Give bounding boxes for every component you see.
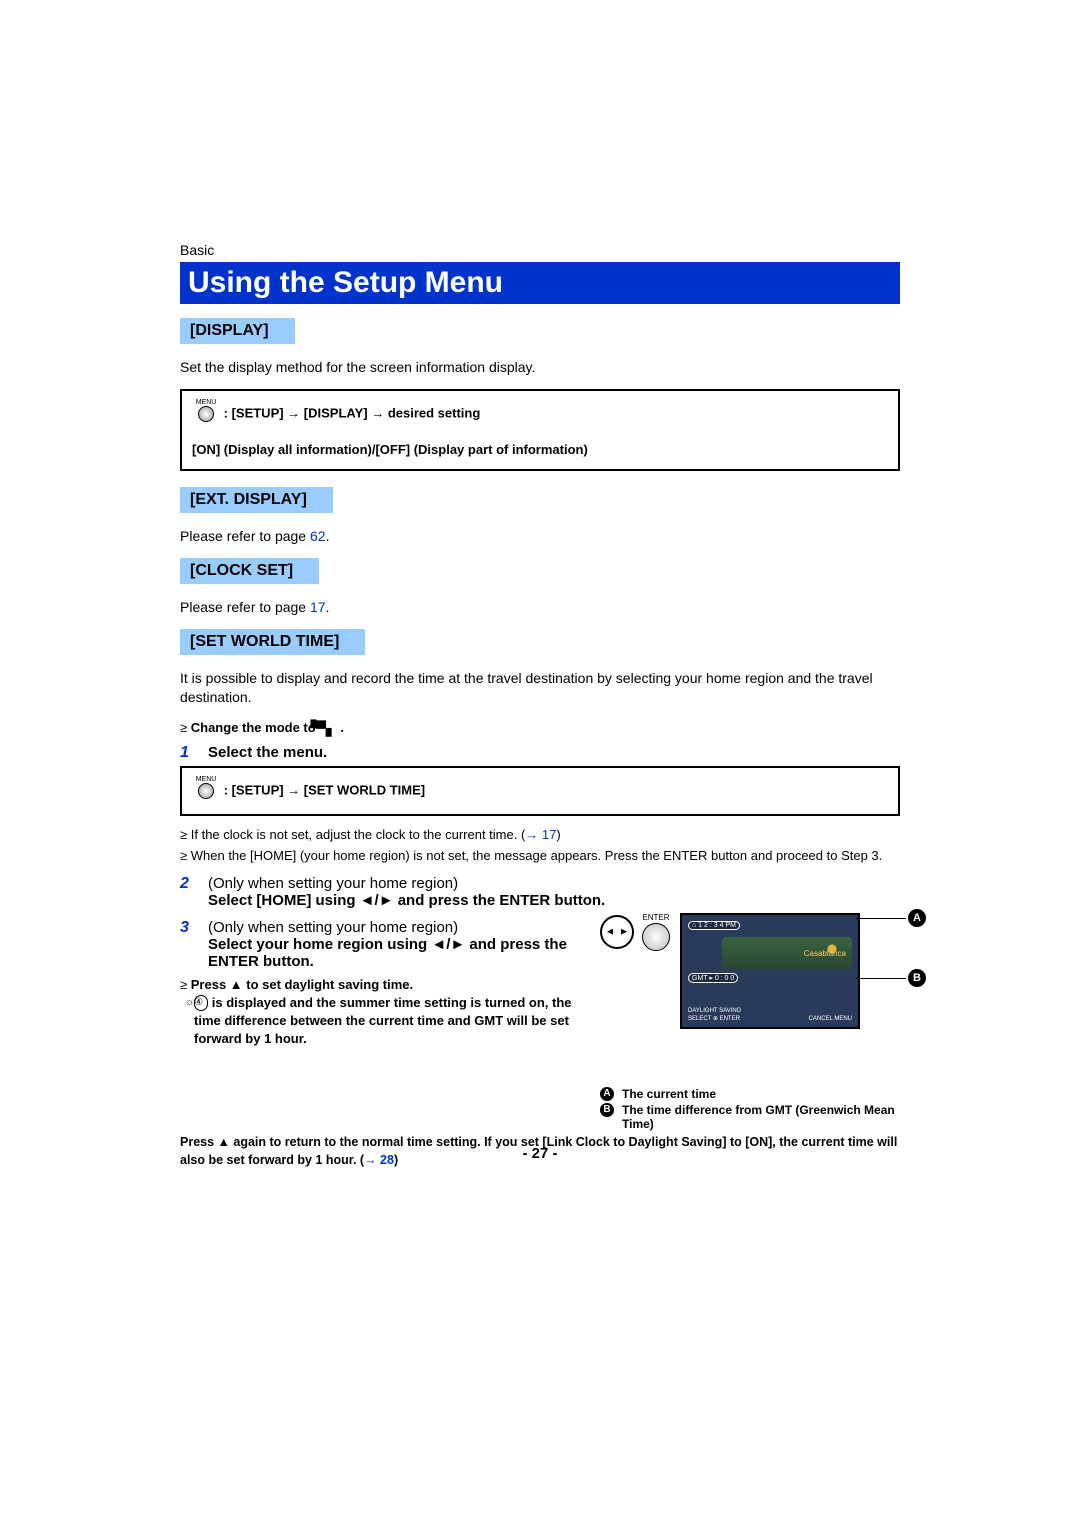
legend-b-marker: B [600,1103,614,1117]
screen-time: ⌂ 1 2 : 3 4 PM [688,921,740,930]
legend-b-text: The time difference from GMT (Greenwich … [622,1103,900,1131]
daylight-saving-icon: ☼④ [194,995,208,1011]
screen-city: Casablanca [804,949,846,958]
screen-select-label: SELECT ⊕ ENTER [688,1016,741,1023]
clock-set-ref: Please refer to page 17. [180,598,900,617]
callout-legend: A The current time B The time difference… [600,1087,900,1131]
step-1-number: 1 [180,744,194,762]
callout-line-a [856,918,906,919]
step-1-text: Select the menu. [208,744,327,761]
world-time-note-2: When the [HOME] (your home region) is no… [180,847,900,865]
dpad-icon: ◄► [600,915,634,949]
step-3-number: 3 [180,919,194,970]
display-description: Set the display method for the screen in… [180,358,900,377]
callout-line-b [856,978,906,979]
world-time-note-1: If the clock is not set, adjust the cloc… [180,826,900,844]
controller-illustration: ◄► ENTER [600,913,670,951]
page-link-17b[interactable]: → 17 [525,827,556,842]
record-mode-icon: ▝▀▖ [319,719,336,739]
callout-a: A [908,909,926,927]
menu-icon: MENU [192,399,220,429]
screen-daylight-label: DAYLIGHT SAVING [688,1008,741,1015]
change-mode-note: Change the mode to ▝▀▖ . [180,719,900,739]
page-link-62[interactable]: 62 [310,528,326,544]
world-time-menu-box: MENU : [SETUP] → [SET WORLD TIME] [180,766,900,816]
page-number: - 27 - [0,1145,1080,1162]
category-label: Basic [180,242,900,258]
ext-display-ref: Please refer to page 62. [180,527,900,546]
world-time-menu-path: : [SETUP] → [SET WORLD TIME] [224,783,425,798]
daylight-saving-note: Press ▲ to set daylight saving time. ☼④ … [180,976,590,1049]
section-clock-set-label: [CLOCK SET] [180,558,319,584]
step-2-number: 2 [180,875,194,909]
step-2-pre: (Only when setting your home region) [208,875,900,892]
page-title: Using the Setup Menu [180,262,900,304]
step-2-instruction: Select [HOME] using ◄/► and press the EN… [208,892,900,909]
legend-a-marker: A [600,1087,614,1101]
menu-icon: MENU [192,776,220,806]
display-menu-box: MENU : [SETUP] → [DISPLAY] → desired set… [180,389,900,471]
legend-a-text: The current time [622,1087,716,1101]
section-display-label: [DISPLAY] [180,318,295,344]
step-3: 3 (Only when setting your home region) S… [180,919,590,970]
step-3-pre: (Only when setting your home region) [208,919,590,936]
world-time-description: It is possible to display and record the… [180,669,900,707]
enter-button-icon: ENTER [642,913,670,951]
display-options: [ON] (Display all information)/[OFF] (Di… [192,442,588,457]
step-2: 2 (Only when setting your home region) S… [180,875,900,909]
section-ext-display-label: [EXT. DISPLAY] [180,487,333,513]
step-1: 1 Select the menu. [180,744,900,762]
step-3-instruction: Select your home region using ◄/► and pr… [208,936,590,970]
screen-cancel-label: CANCEL MENU [809,1016,852,1023]
display-menu-path: : [SETUP] → [DISPLAY] → desired setting [224,405,481,420]
callout-b: B [908,969,926,987]
lcd-screen-illustration: ⌂ 1 2 : 3 4 PM Casablanca GMT ▸ 0 : 0 0 … [680,913,860,1029]
section-world-time-label: [SET WORLD TIME] [180,629,365,655]
screen-gmt: GMT ▸ 0 : 0 0 [688,973,738,983]
page-link-17[interactable]: 17 [310,599,326,615]
